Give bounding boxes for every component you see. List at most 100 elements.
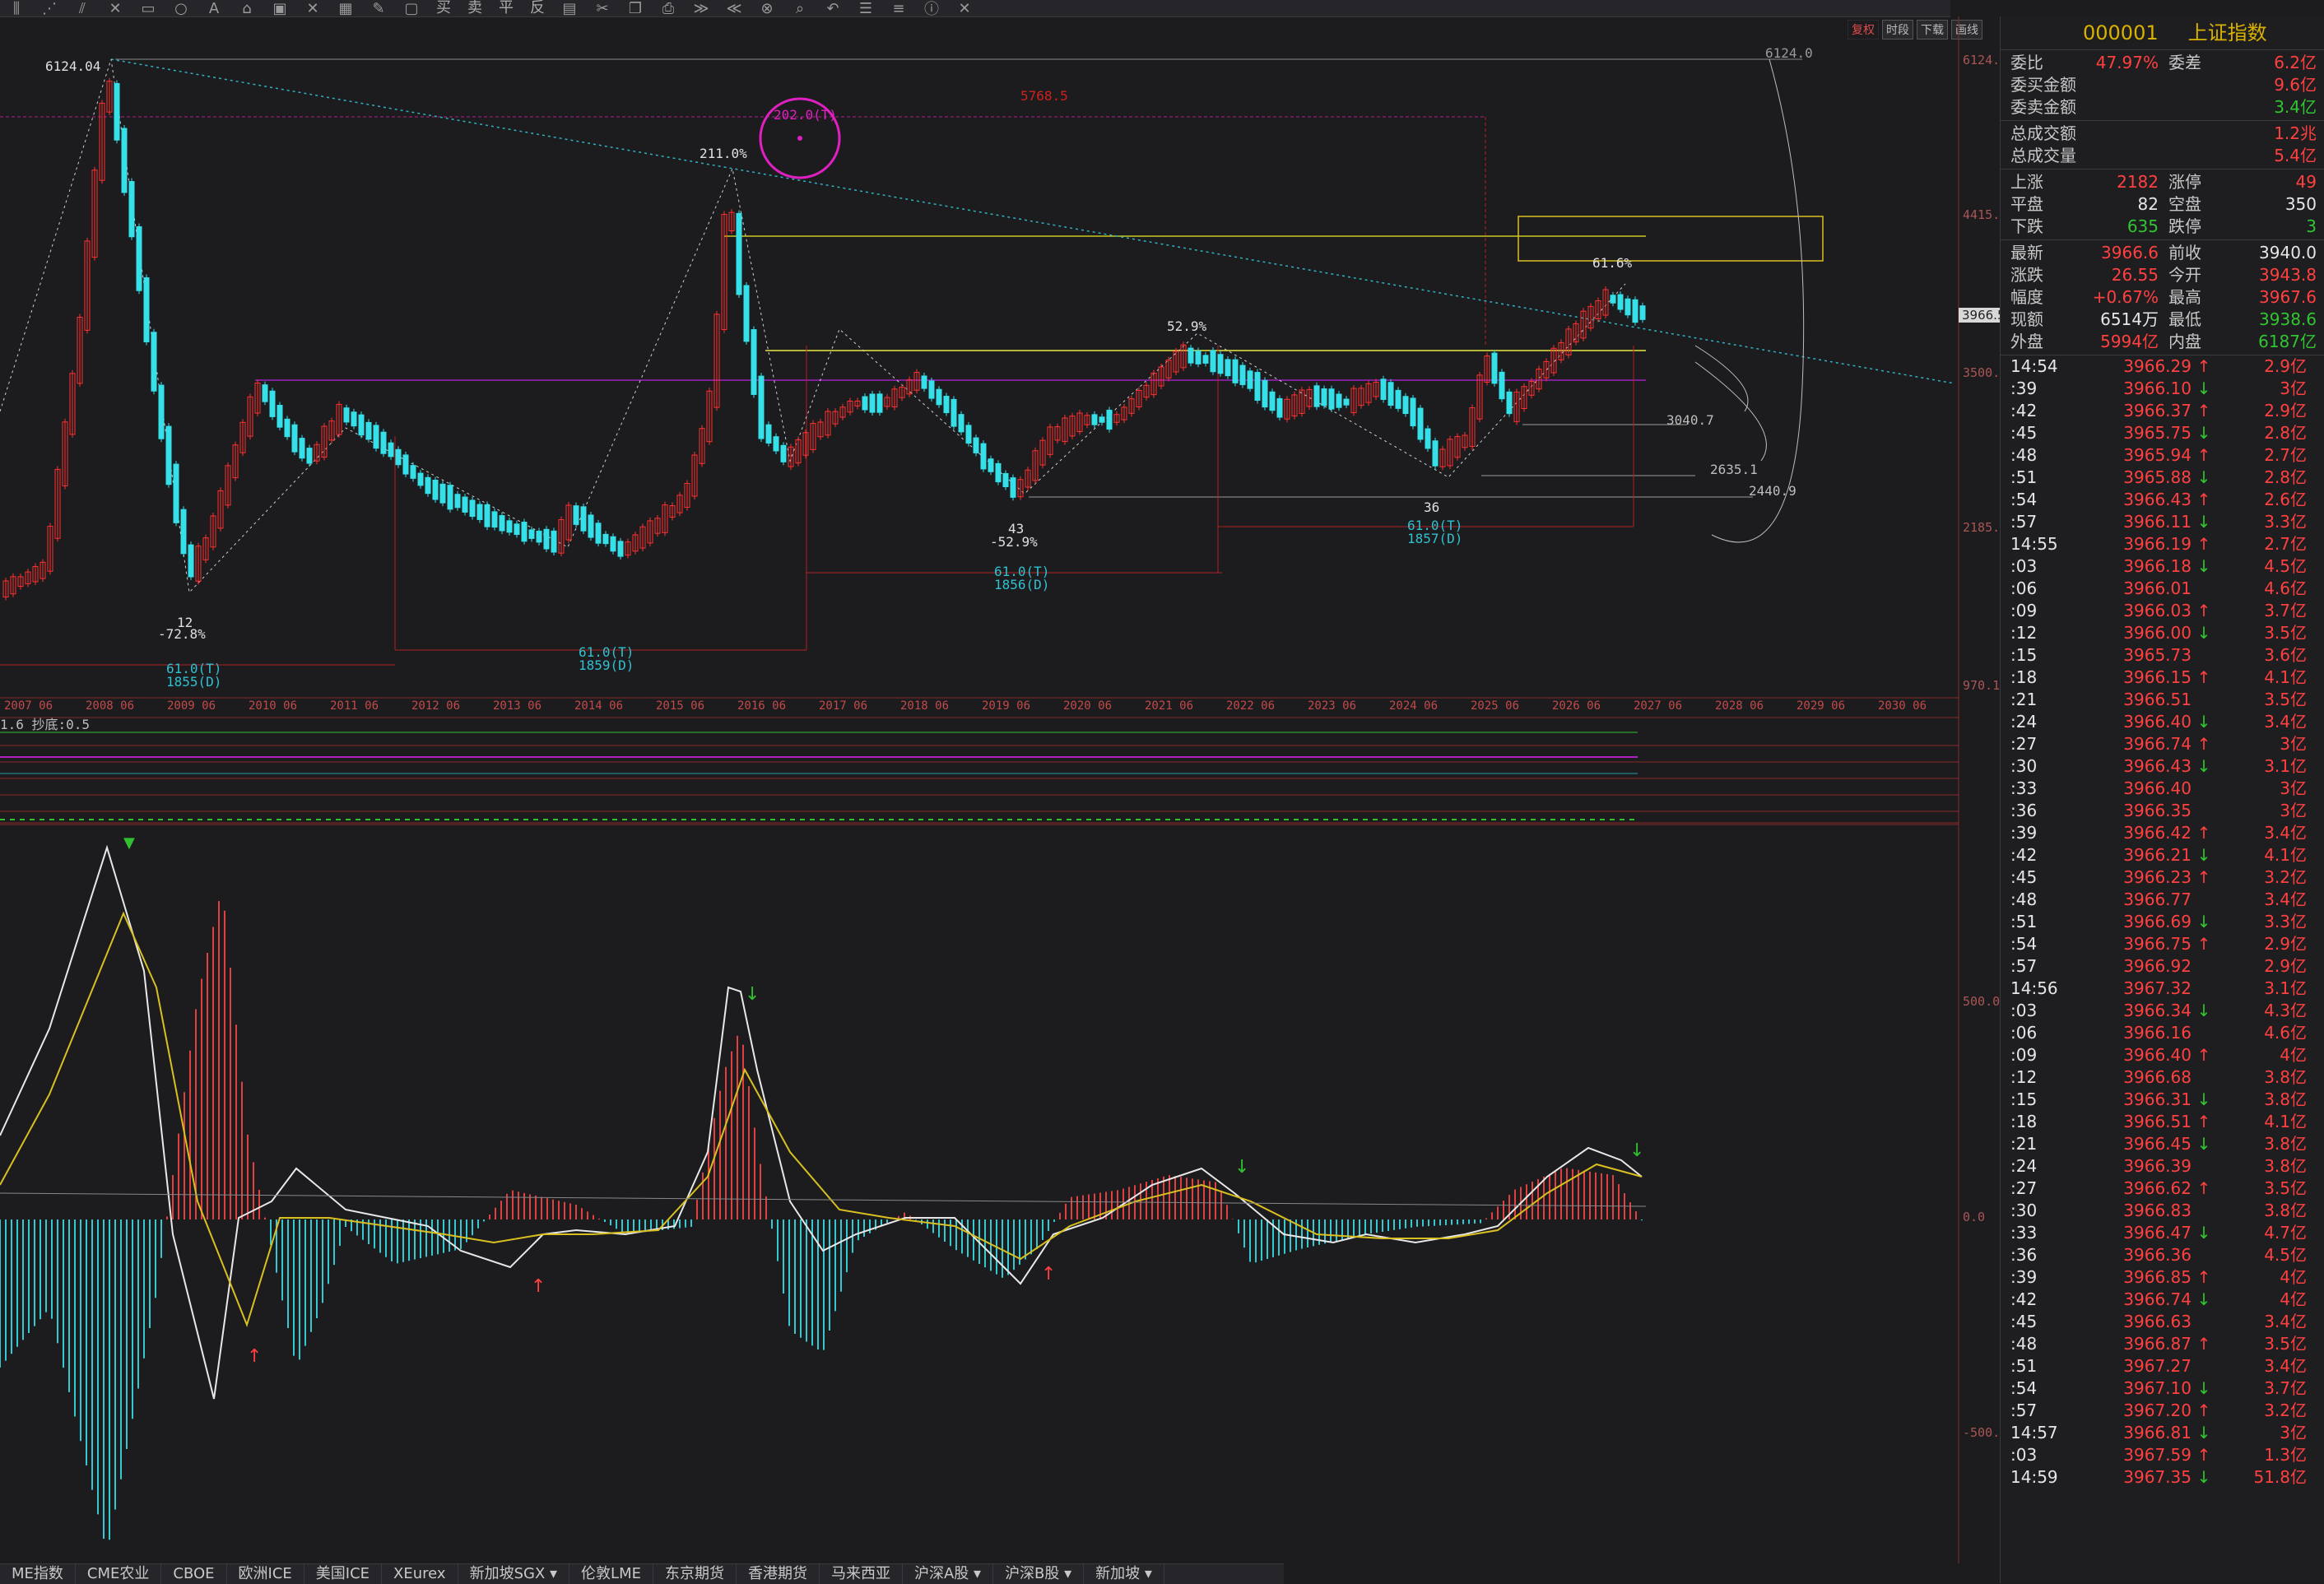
candle-body <box>773 436 779 452</box>
volume-section: 总成交额 1.2兆 总成交量 5.4亿 <box>2001 121 2324 170</box>
tick-price: 3966.34 <box>2123 1001 2192 1020</box>
candle-body <box>543 528 550 550</box>
market-tab[interactable]: 新加坡 ▾ <box>1084 1564 1164 1584</box>
tick-arrow-icon: ↓ <box>2196 623 2211 643</box>
market-tab[interactable]: 欧洲ICE <box>227 1564 304 1584</box>
stat-value: 350 <box>2284 194 2317 214</box>
tick-price: 3966.68 <box>2123 1067 2192 1087</box>
market-tab[interactable]: CME农业 <box>76 1564 162 1584</box>
market-tab[interactable]: 沪深B股 ▾ <box>993 1564 1085 1584</box>
tick-price: 3966.36 <box>2123 1245 2192 1265</box>
tick-price: 3966.74 <box>2123 1289 2192 1309</box>
tick-time: :42 <box>2010 1289 2038 1309</box>
tick-volume: 3.8亿 <box>2264 1067 2307 1087</box>
kline-chart[interactable]: 6124.04 4415.74 3500.35 2185.27 970.16 5… <box>0 0 2000 1563</box>
candle-body <box>943 396 950 413</box>
quote-label: 最高 <box>2168 287 2201 307</box>
quote-label: 最低 <box>2168 309 2201 329</box>
tick-volume: 3.8亿 <box>2264 1156 2307 1176</box>
market-tab[interactable]: 美国ICE <box>304 1564 383 1584</box>
candle-body <box>373 425 379 449</box>
candle-body <box>365 421 372 440</box>
market-tab[interactable]: 香港期货 <box>737 1564 820 1584</box>
tick-price: 3965.73 <box>2123 645 2192 665</box>
tick-row: :24 3966.39 3.8亿 <box>2001 1155 2324 1178</box>
candle-body <box>358 414 365 436</box>
candle-body <box>1617 294 1624 310</box>
level-2440: 2440.9 <box>1749 483 1796 499</box>
date-1857: 1857(D) <box>1407 531 1462 546</box>
tick-time: :27 <box>2010 734 2038 754</box>
market-tab[interactable]: 沪深A股 ▾ <box>903 1564 994 1584</box>
weibi-label: 委比 <box>2010 53 2043 72</box>
tick-volume: 4亿 <box>2280 1045 2307 1065</box>
market-tab[interactable]: XEurex <box>382 1564 458 1584</box>
candle-body <box>1091 414 1098 425</box>
x-axis-year: 2015 06 <box>656 699 704 713</box>
x-axis-year: 2021 06 <box>1145 699 1193 713</box>
tick-row: :15 3965.73 3.6亿 <box>2001 644 2324 667</box>
tick-volume: 3亿 <box>2280 734 2307 754</box>
axis-label-3500: 3500.35 <box>1963 365 2000 380</box>
candle-body <box>1402 396 1409 415</box>
tick-row: :51 3967.27 3.4亿 <box>2001 1355 2324 1377</box>
tick-price: 3966.51 <box>2123 690 2192 709</box>
tick-time: :30 <box>2010 1201 2038 1220</box>
candle-body <box>862 396 868 411</box>
tick-volume: 3.8亿 <box>2264 1134 2307 1154</box>
market-tab[interactable]: 伦敦LME <box>569 1564 653 1584</box>
candle-body <box>114 82 120 141</box>
x-axis-year: 2016 06 <box>737 699 786 713</box>
wmaijine2-label: 委卖金额 <box>2010 97 2076 117</box>
tick-arrow-icon <box>2192 1244 2216 1266</box>
market-tab[interactable]: 东京期货 <box>653 1564 737 1584</box>
quote-value: 3943.8 <box>2259 265 2317 285</box>
breadth-section: 上涨 2182 涨停 49 平盘 82 空盘 350 下跌 635 跌停 3 <box>2001 170 2324 240</box>
tick-price: 3966.18 <box>2123 556 2192 576</box>
tick-row: :21 3966.51 3.5亿 <box>2001 689 2324 711</box>
market-tab[interactable]: 新加坡SGX ▾ <box>458 1564 570 1584</box>
candle-body <box>528 529 535 539</box>
candle-body <box>499 515 505 532</box>
tick-time: :42 <box>2010 401 2038 420</box>
target-zone-box[interactable] <box>1518 216 1824 262</box>
tick-row: :30 3966.43 ↓ 3.1亿 <box>2001 755 2324 778</box>
level-3040: 3040.7 <box>1666 412 1714 428</box>
candle-body <box>469 499 476 518</box>
candle-body <box>921 375 927 389</box>
tick-time: 14:57 <box>2010 1423 2058 1442</box>
tick-arrow-icon: ↑ <box>2196 1445 2211 1465</box>
x-axis-year: 2020 06 <box>1063 699 1112 713</box>
candle-body <box>521 522 528 542</box>
tick-row: :54 3967.10 ↓ 3.7亿 <box>2001 1377 2324 1400</box>
axis-label-0: 0.0 <box>1963 1210 1985 1224</box>
candle-body <box>410 465 416 479</box>
tick-arrow-icon: ↓ <box>2196 1378 2211 1398</box>
market-tab[interactable]: ME指数 <box>0 1564 76 1584</box>
tick-time: :57 <box>2010 512 2038 532</box>
tick-time: :39 <box>2010 379 2038 398</box>
quote-label: 内盘 <box>2168 332 2201 351</box>
tick-price: 3966.11 <box>2123 512 2192 532</box>
tick-volume: 3亿 <box>2280 801 2307 820</box>
x-axis-year: 2009 06 <box>167 699 216 713</box>
tick-volume: 2.8亿 <box>2264 467 2307 487</box>
tick-price: 3966.92 <box>2123 956 2192 976</box>
tick-row: :54 3966.43 ↑ 2.6亿 <box>2001 489 2324 511</box>
tick-volume: 3.1亿 <box>2264 978 2307 998</box>
market-tab[interactable]: CBOE <box>161 1564 227 1584</box>
tick-row: :18 3966.51 ↑ 4.1亿 <box>2001 1111 2324 1133</box>
tick-row: :57 3967.20 ↑ 3.2亿 <box>2001 1400 2324 1422</box>
tick-volume: 1.3亿 <box>2264 1445 2307 1465</box>
tick-volume: 3亿 <box>2280 379 2307 398</box>
tick-row: :09 3966.03 ↑ 3.7亿 <box>2001 600 2324 622</box>
tick-time: :57 <box>2010 956 2038 976</box>
tick-row: :33 3966.47 ↓ 4.7亿 <box>2001 1222 2324 1244</box>
stock-code: 000001 <box>2083 21 2159 44</box>
market-tab[interactable]: 马来西亚 <box>820 1564 903 1584</box>
x-axis-year: 2030 06 <box>1878 699 1927 713</box>
tick-row: :54 3966.75 ↑ 2.9亿 <box>2001 933 2324 955</box>
candle-body <box>277 404 283 428</box>
candle-body <box>617 541 624 557</box>
tick-list[interactable]: 14:54 3966.29 ↑ 2.9亿:39 3966.10 ↓ 3亿:42 3966.37… <box>2001 355 2324 1489</box>
